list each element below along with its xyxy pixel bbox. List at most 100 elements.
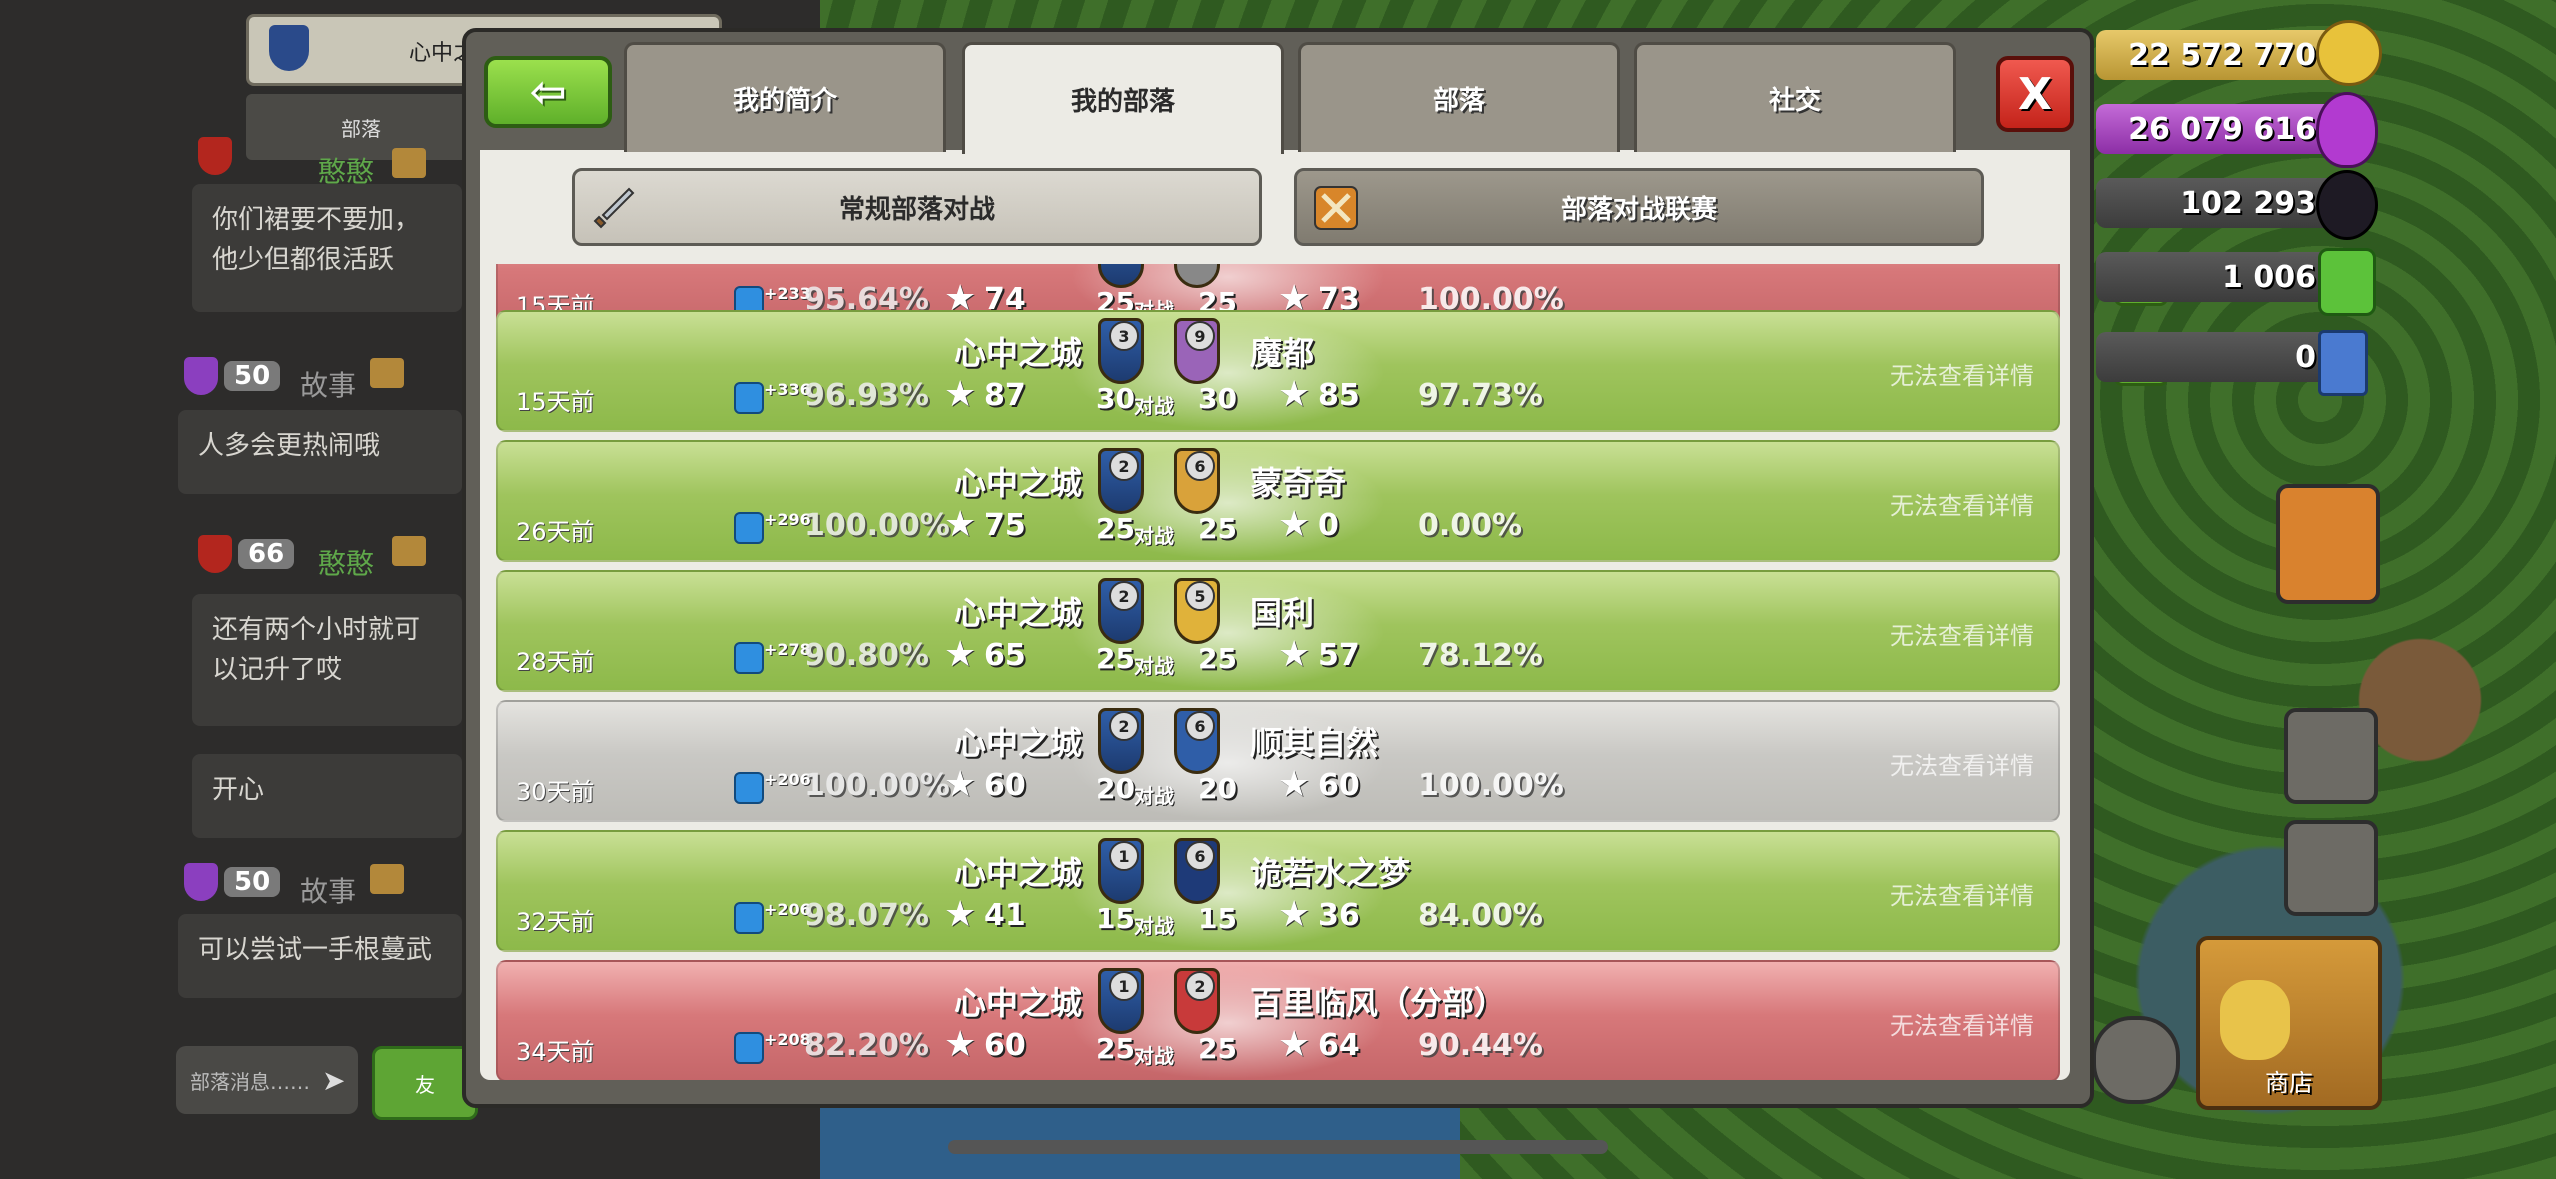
send-icon[interactable]: ➤ [322, 1064, 345, 1097]
our-clan-name: 心中之城 [954, 984, 1083, 1022]
versus-label: 对战 [1134, 1044, 1174, 1068]
our-war-size: 25 [1096, 512, 1135, 545]
friends-icon[interactable] [2276, 484, 2380, 604]
our-clan-badge-icon: 2 [1098, 578, 1144, 644]
star-icon: ★ [1278, 504, 1311, 545]
war-log-row[interactable]: 30天前 心中之城 2 6 顺其自然 +206 100.00% ★ 60 20 … [496, 700, 2060, 824]
our-stars: 65 [984, 638, 1026, 673]
our-destruction-percent: 98.07% [804, 898, 929, 933]
enemy-clan-badge-icon: 5 [1174, 578, 1220, 644]
enemy-clan-badge-icon: 6 [1174, 708, 1220, 774]
enemy-destruction-percent: 78.12% [1418, 638, 1543, 673]
our-clan-badge-icon: 2 [1098, 448, 1144, 514]
our-clan-level: 2 [1109, 581, 1139, 611]
tab-my-clan[interactable]: 我的部落 [962, 42, 1284, 154]
enemy-clan-level: 9 [1185, 321, 1215, 351]
edit-layout-icon[interactable] [2284, 820, 2378, 916]
clan-xp-icon [734, 382, 764, 414]
enemy-clan-badge-icon: 2 [1174, 968, 1220, 1034]
chat-user-name[interactable]: 故事 [300, 364, 356, 404]
enemy-clan-level: 6 [1185, 451, 1215, 481]
war-time: 15天前 [516, 388, 595, 416]
our-destruction-percent: 96.93% [804, 378, 929, 413]
subtab-clan-war-label: 常规部落对战 [838, 194, 995, 225]
our-stars: 60 [984, 768, 1026, 803]
war-log-list[interactable]: 15天前 +233 95.64% ★ 74 25 对战 25 ★ 73 100.… [496, 264, 2060, 1080]
settings-gear-icon[interactable] [2092, 1016, 2180, 1104]
enemy-war-size: 15 [1198, 902, 1237, 935]
view-details-unavailable[interactable]: 无法查看详情 [1890, 1006, 2034, 1041]
our-clan-badge-icon: 2 [1098, 708, 1144, 774]
elixir-icon [2316, 92, 2378, 168]
enemy-clan-name: 魔都 [1250, 334, 1315, 372]
star-icon: ★ [944, 374, 977, 415]
user-level-badge: 50 [184, 357, 281, 395]
enemy-clan-name: 蒙奇奇 [1250, 464, 1347, 502]
our-war-size: 30 [1096, 382, 1135, 415]
war-log-row[interactable]: 34天前 心中之城 1 2 百里临风（分部） +208 82.20% ★ 60 … [496, 960, 2060, 1080]
shop-button[interactable]: 商店 [2196, 936, 2382, 1110]
chat-input-placeholder: 部落消息…… [190, 1069, 310, 1094]
chat-user-name[interactable]: 憨憨 [318, 542, 374, 582]
star-icon: ★ [1278, 374, 1311, 415]
enemy-war-size: 30 [1198, 382, 1237, 415]
clan-xp-icon [734, 902, 764, 934]
our-stars: 75 [984, 508, 1026, 543]
star-icon: ★ [1278, 764, 1311, 805]
enemy-destruction-percent: 97.73% [1418, 378, 1543, 413]
star-icon: ★ [1278, 894, 1311, 935]
chat-user-name[interactable]: 故事 [300, 870, 356, 910]
star-icon: ★ [944, 504, 977, 545]
view-details-unavailable[interactable]: 无法查看详情 [1890, 746, 2034, 781]
view-details-unavailable[interactable]: 无法查看详情 [1890, 486, 2034, 521]
war-log-row[interactable]: 32天前 心中之城 1 6 诡若水之梦 +206 98.07% ★ 41 15 … [496, 830, 2060, 954]
star-icon: ★ [944, 1024, 977, 1065]
chat-message-input[interactable]: 部落消息…… ➤ [176, 1046, 358, 1114]
back-button[interactable]: ⇦ [484, 56, 612, 128]
user-level-badge: 50 [184, 863, 281, 901]
war-log-row[interactable]: 26天前 心中之城 2 6 蒙奇奇 +296 100.00% ★ 75 25 对… [496, 440, 2060, 564]
versus-label: 对战 [1134, 654, 1174, 678]
our-destruction-percent: 90.80% [804, 638, 929, 673]
enemy-war-size: 20 [1198, 772, 1237, 805]
tab-my-profile[interactable]: 我的简介 [624, 42, 946, 152]
our-war-size: 25 [1096, 642, 1135, 675]
our-stars: 60 [984, 1028, 1026, 1063]
chat-message-bubble: 可以尝试一手根蔓武 [178, 914, 462, 998]
clan-rank-icon [392, 536, 426, 566]
dark-elixir-icon [2316, 170, 2378, 240]
our-war-size: 25 [1096, 1032, 1135, 1065]
our-destruction-percent: 82.20% [804, 1028, 929, 1063]
enemy-clan-name: 诡若水之梦 [1250, 854, 1411, 892]
view-details-unavailable[interactable]: 无法查看详情 [1890, 616, 2034, 651]
enemy-war-size: 25 [1198, 512, 1237, 545]
star-icon: ★ [1278, 634, 1311, 675]
enemy-destruction-percent: 100.00% [1418, 768, 1564, 803]
purple-shield-icon [184, 863, 218, 901]
enemy-clan-level: 2 [1185, 971, 1215, 1001]
view-details-unavailable[interactable]: 无法查看详情 [1890, 356, 2034, 391]
our-clan-level: 1 [1109, 841, 1139, 871]
our-clan-name: 心中之城 [954, 594, 1083, 632]
view-details-unavailable[interactable]: 无法查看详情 [1890, 876, 2034, 911]
enemy-clan-name: 顺其自然 [1250, 724, 1379, 762]
subtab-clan-war[interactable]: 常规部落对战 [572, 168, 1262, 246]
our-war-size: 15 [1096, 902, 1135, 935]
clan-rank-icon [392, 148, 426, 178]
versus-label: 对战 [1134, 784, 1174, 808]
clan-xp-icon [734, 512, 764, 544]
war-log-row[interactable]: 28天前 心中之城 2 5 国利 +278 90.80% ★ 65 25 对战 … [496, 570, 2060, 694]
tab-clans[interactable]: 部落 [1298, 42, 1620, 152]
enemy-stars: 0 [1318, 508, 1339, 543]
upgrade-arrow-icon[interactable] [2284, 708, 2378, 804]
subtab-clan-war-league[interactable]: 部落对战联赛 [1294, 168, 1984, 246]
close-button[interactable]: X [1996, 56, 2074, 132]
heart-shield-icon [198, 137, 232, 175]
war-log-row[interactable]: 15天前 心中之城 3 9 魔都 +336 96.93% ★ 87 30 对战 … [496, 310, 2060, 434]
versus-label: 对战 [1134, 394, 1174, 418]
tab-social[interactable]: 社交 [1634, 42, 1956, 152]
home-indicator[interactable] [948, 1140, 1608, 1154]
enemy-stars: 36 [1318, 898, 1360, 933]
gold-pass-icon [2318, 330, 2368, 396]
enemy-clan-name: 国利 [1250, 594, 1315, 632]
